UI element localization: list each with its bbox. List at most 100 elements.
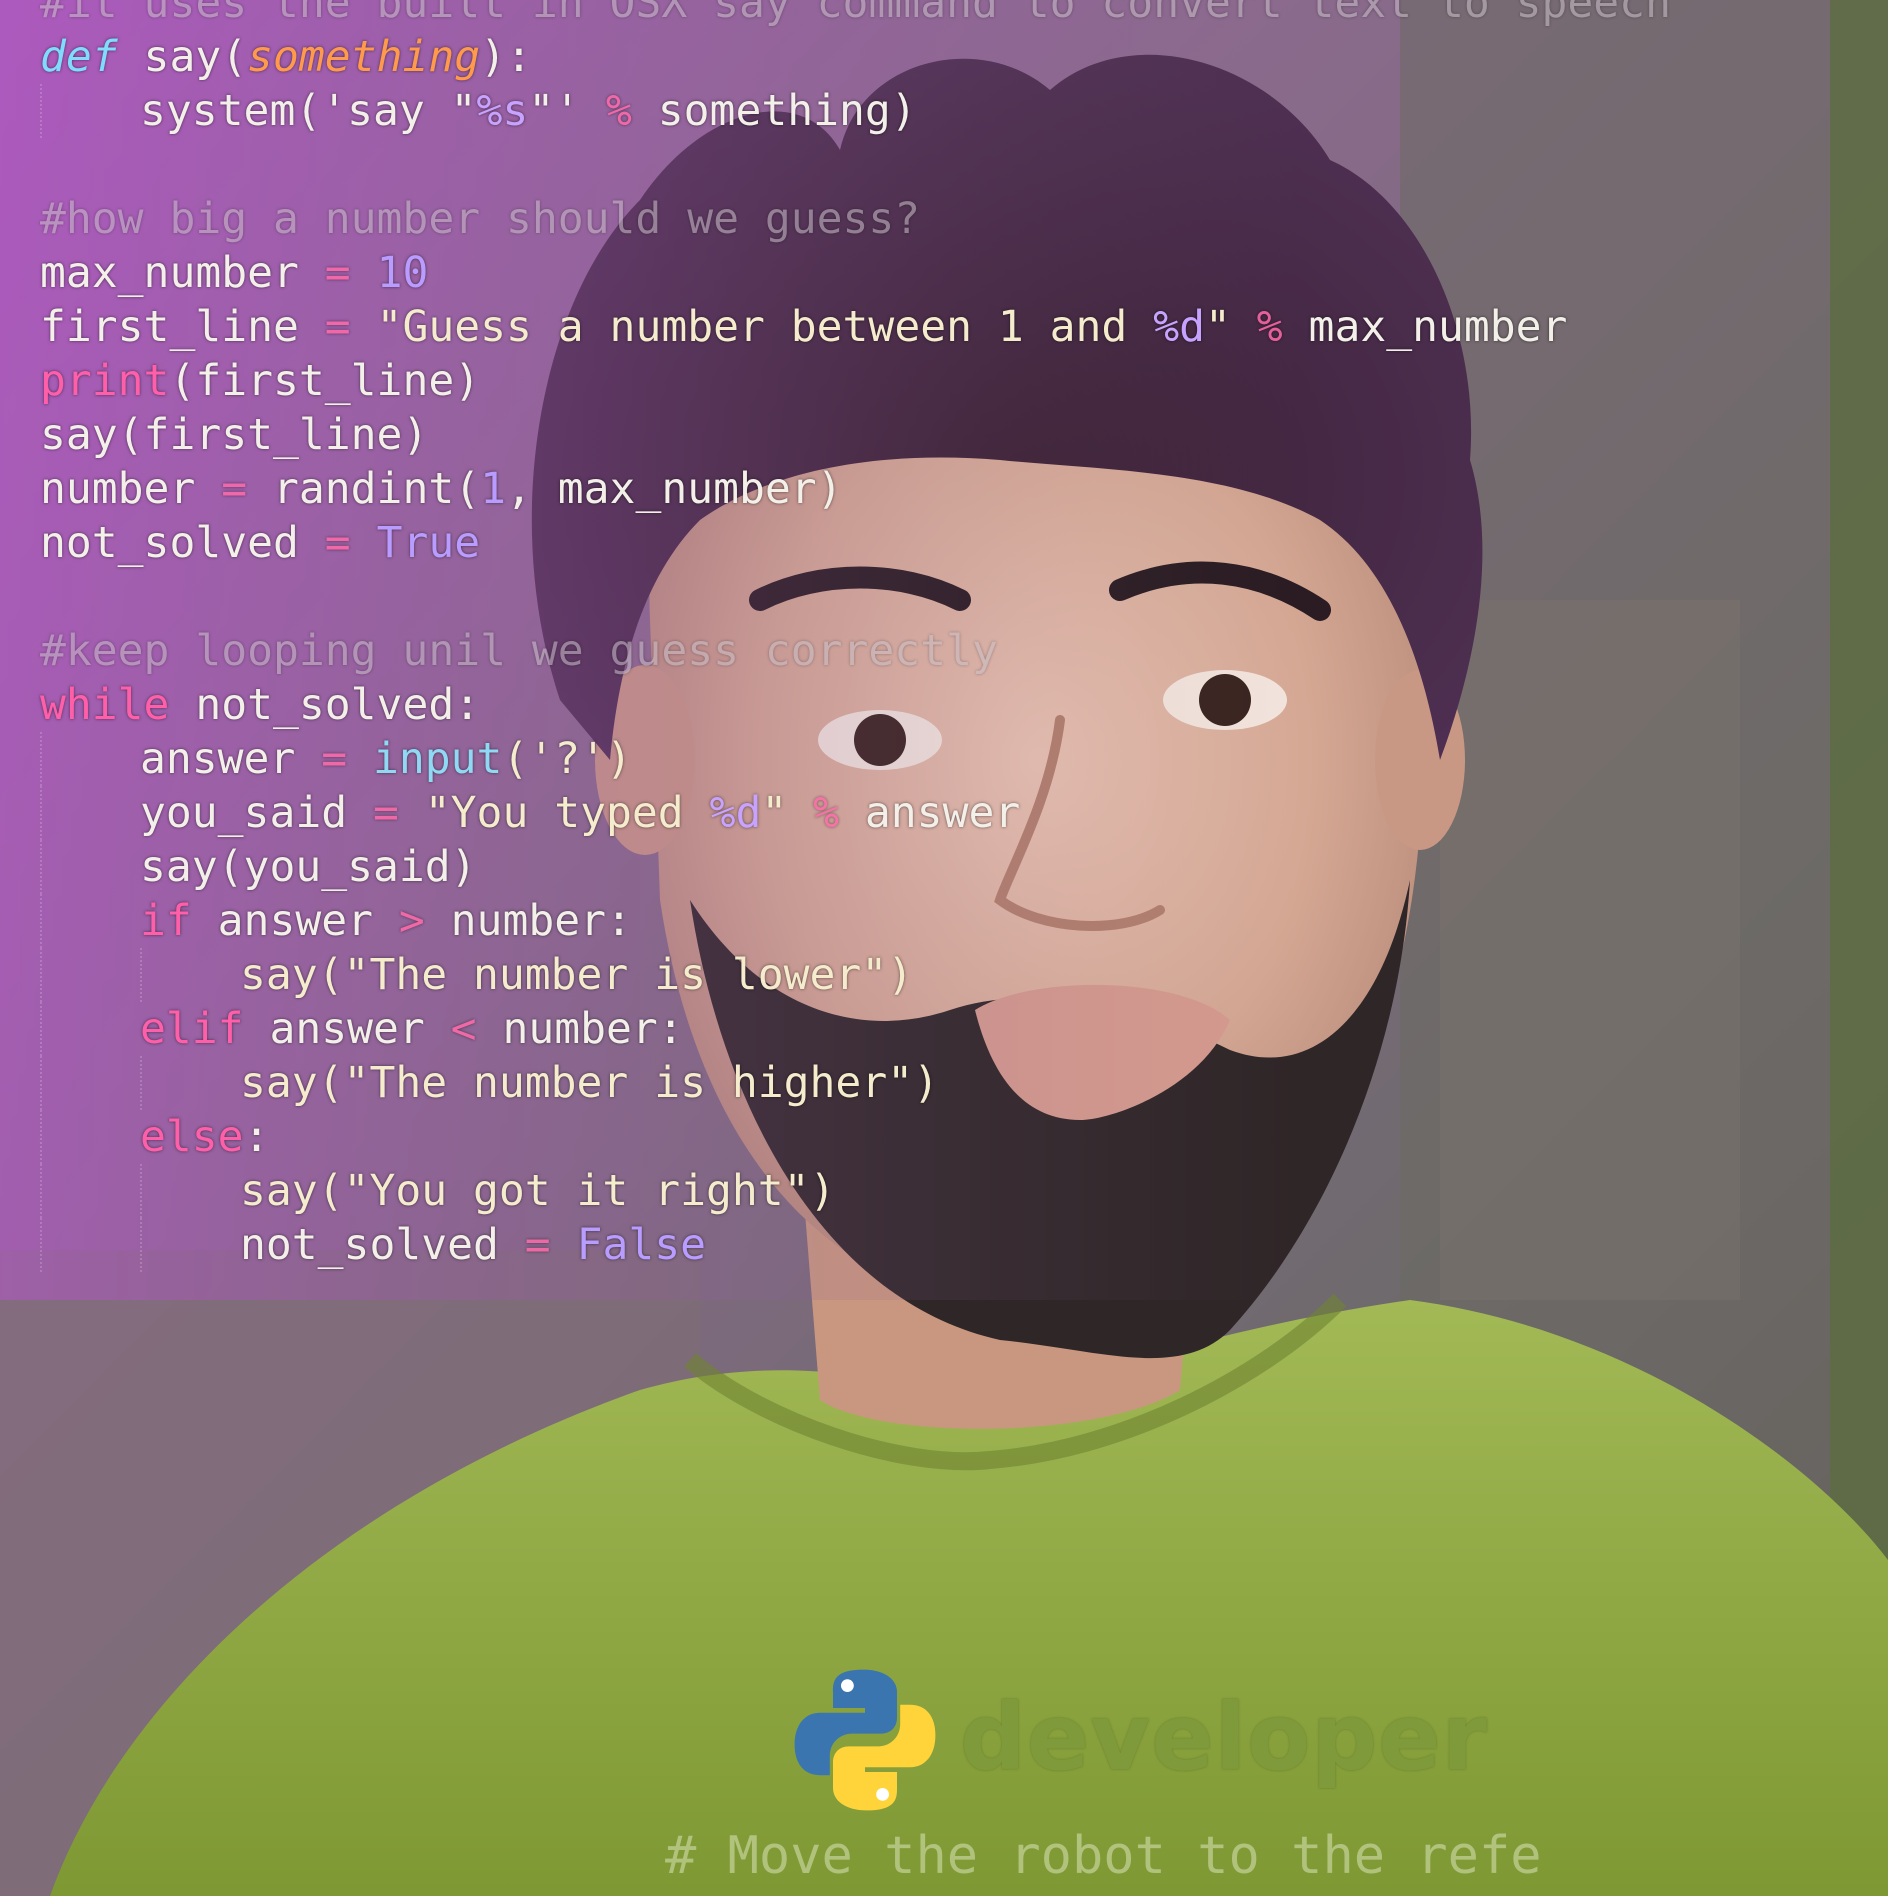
code-token: = [324,248,351,298]
code-token: True [376,518,481,568]
code-token: say("The number is lower") [240,950,914,1000]
indent-guide [40,894,42,948]
code-line: answer = input('?') [40,732,1671,786]
code-line-content: print(first_line) [40,356,480,406]
code-line: number = randint(1, max_number) [40,462,1671,516]
code-line: say(you_said) [40,840,1671,894]
code-line: say(first_line) [40,408,1671,462]
code-line: max_number = 10 [40,246,1671,300]
code-token: print [40,356,170,406]
code-token: input [373,734,503,784]
code-token: say("The number is higher") [240,1058,939,1108]
indent-guide [140,1164,142,1218]
code-token: while [40,680,170,730]
code-token: answer [839,788,1021,838]
code-line-content: say("The number is lower") [40,950,913,1000]
code-line: elif answer < number: [40,1002,1671,1056]
code-token: max_number [40,248,325,298]
code-token: : [243,1112,270,1162]
code-token: False [576,1220,707,1270]
code-token: ): [480,32,532,82]
code-token: number: [476,1004,684,1054]
code-token: % [813,788,840,838]
indent-guide [140,1218,142,1272]
code-token: %d [1153,302,1205,352]
python-logo-icon [794,1669,936,1811]
brand-text: developer [960,1684,1488,1791]
bottom-code-comment: # Move the robot to the refe [665,1826,1542,1886]
code-line-content: #it uses the built in OSX say command to… [40,0,1671,28]
code-line-content: say(you_said) [40,842,477,892]
code-token: say("You got it right") [240,1166,836,1216]
code-token: < [450,1004,477,1054]
code-token: say( [117,32,248,82]
code-token: = [321,734,348,784]
code-line: not_solved = True [40,516,1671,570]
code-line-content: say("The number is higher") [40,1058,939,1108]
code-line: else: [40,1110,1671,1164]
code-token: answer [191,896,399,946]
code-line-content: first_line = "Guess a number between 1 a… [40,302,1567,352]
code-token: 10 [376,248,429,298]
code-line-content: elif answer < number: [40,1004,684,1054]
code-token: if [140,896,192,946]
indent-guide [40,1110,42,1164]
code-line-content: if answer > number: [40,896,632,946]
code-token: > [398,896,425,946]
code-line-content: you_said = "You typed %d" % answer [40,788,1020,838]
code-token: something [247,32,481,82]
code-token: , max_number) [506,464,843,514]
code-token: "' [528,86,606,136]
indent-guide [140,948,142,1002]
code-line-content: number = randint(1, max_number) [40,464,843,514]
code-line: while not_solved: [40,678,1671,732]
code-line: system('say "%s"' % something) [40,84,1671,138]
code-line-content: answer = input('?') [40,734,632,784]
code-line: #it uses the built in OSX say command to… [40,0,1671,30]
code-line-content: else: [40,1112,269,1162]
code-token: = [221,464,248,514]
code-line: you_said = "You typed %d" % answer [40,786,1671,840]
code-token: system('say " [140,86,477,136]
code-token: else [140,1112,244,1162]
code-token: say(first_line) [40,410,429,460]
code-line-content: say(first_line) [40,410,428,460]
code-token: randint( [247,464,481,514]
code-line-content: while not_solved: [40,680,480,730]
code-token: #it uses the built in OSX say command to… [40,0,1671,28]
code-line-content: not_solved = True [40,518,480,568]
code-token: elif [140,1004,244,1054]
code-token: answer [140,734,322,784]
code-token: #how big a number should we guess? [40,194,921,244]
code-token: not_solved: [169,680,481,730]
code-token: 1 [480,464,506,514]
code-line-content: say("You got it right") [40,1166,835,1216]
indent-guide [40,948,42,1002]
code-line: #keep looping unil we guess correctly [40,624,1671,678]
image-stage: #it uses the built in OSX say command to… [0,0,1888,1896]
code-line: say("The number is lower") [40,948,1671,1002]
code-line-content: #keep looping unil we guess correctly [40,626,998,676]
code-line: #how big a number should we guess? [40,192,1671,246]
code-line: say("The number is higher") [40,1056,1671,1110]
code-line: if answer > number: [40,894,1671,948]
indent-guide [40,1218,42,1272]
indent-guide [40,1056,42,1110]
code-line-content: def say(something): [40,32,532,82]
code-token: not_solved [240,1220,525,1270]
code-token: = [524,1220,551,1270]
code-token: not_solved [40,518,325,568]
indent-guide [40,1164,42,1218]
code-line: not_solved = False [40,1218,1671,1272]
code-token: = [373,788,399,838]
indent-guide [40,84,42,138]
code-line: print(first_line) [40,354,1671,408]
indent-guide [40,1002,42,1056]
indent-guide [140,1056,142,1110]
code-token: = [324,518,351,568]
code-token: (first_line) [169,356,481,406]
